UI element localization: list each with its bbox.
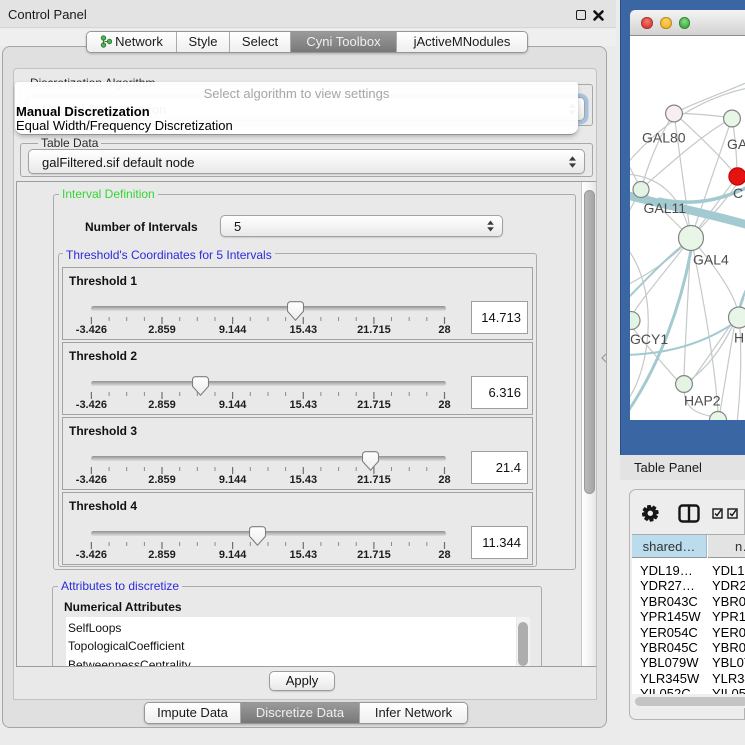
svg-text:C: C <box>733 185 743 201</box>
svg-text:GAL80: GAL80 <box>642 130 686 146</box>
svg-text:GA: GA <box>727 136 745 152</box>
svg-text:GAL4: GAL4 <box>693 252 729 268</box>
svg-text:H: H <box>734 330 744 346</box>
svg-text:GAL11: GAL11 <box>644 200 687 216</box>
svg-text:GCY1: GCY1 <box>630 331 668 347</box>
svg-text:HAP2: HAP2 <box>684 393 721 409</box>
